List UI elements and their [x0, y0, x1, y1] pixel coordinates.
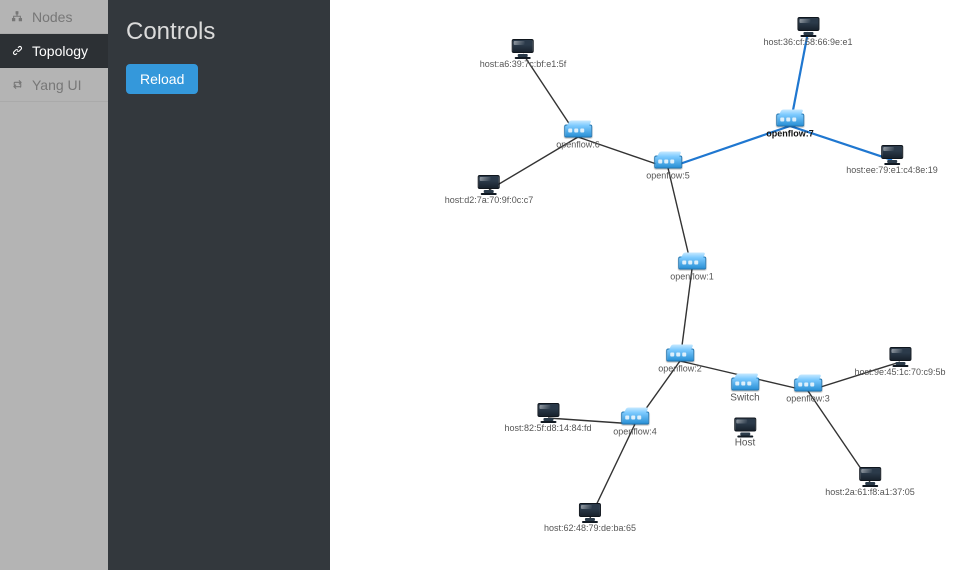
node-label: openflow:3 [786, 394, 830, 404]
nav-item-yang-ui[interactable]: Yang UI [0, 68, 108, 102]
host-node[interactable]: host:ee:79:e1:c4:8e:19 [846, 145, 938, 175]
switch-icon [678, 257, 706, 270]
host-icon [579, 503, 601, 521]
legend-switch: Switch [730, 378, 759, 404]
nav-item-label: Yang UI [32, 77, 82, 93]
retweet-icon [10, 78, 24, 92]
switch-icon [564, 125, 592, 138]
switch-node[interactable]: openflow:2 [658, 349, 702, 374]
controls-panel: Controls Reload [108, 0, 330, 570]
node-label: host:62:48:79:de:ba:65 [544, 523, 636, 533]
host-icon [537, 403, 559, 421]
switch-icon [654, 156, 682, 169]
host-node[interactable]: host:2a:61:f8:a1:37:05 [825, 467, 915, 497]
node-label: host:36:cf:58:66:9e:e1 [763, 37, 852, 47]
host-icon [881, 145, 903, 163]
node-label: host:9e:45:1c:70:c9:5b [854, 367, 945, 377]
switch-icon [621, 412, 649, 425]
switch-node[interactable]: openflow:7 [766, 114, 814, 139]
switch-icon [666, 349, 694, 362]
node-label: openflow:5 [646, 171, 690, 181]
switch-icon [731, 378, 759, 391]
host-node[interactable]: host:36:cf:58:66:9e:e1 [763, 17, 852, 47]
host-node[interactable]: host:9e:45:1c:70:c9:5b [854, 347, 945, 377]
node-label: host:ee:79:e1:c4:8e:19 [846, 165, 938, 175]
switch-node[interactable]: openflow:6 [556, 125, 600, 150]
legend-host: Host [734, 418, 756, 449]
host-node[interactable]: host:a6:39:7c:bf:e1:5f [480, 39, 567, 69]
nav-item-nodes[interactable]: Nodes [0, 0, 108, 34]
node-label: host:2a:61:f8:a1:37:05 [825, 487, 915, 497]
host-icon [512, 39, 534, 57]
host-icon [478, 175, 500, 193]
switch-node[interactable]: openflow:1 [670, 257, 714, 282]
link-icon [10, 44, 24, 58]
node-label: host:a6:39:7c:bf:e1:5f [480, 59, 567, 69]
node-label: openflow:4 [613, 427, 657, 437]
nav-item-topology[interactable]: Topology [0, 34, 108, 68]
host-node[interactable]: host:82:5f:d8:14:84:fd [504, 403, 591, 433]
node-label: openflow:6 [556, 140, 600, 150]
switch-node[interactable]: openflow:3 [786, 379, 830, 404]
host-icon [797, 17, 819, 35]
legend: Switch Host [730, 378, 759, 449]
switch-icon [776, 114, 804, 127]
sitemap-icon [10, 10, 24, 24]
switch-icon [794, 379, 822, 392]
reload-button[interactable]: Reload [126, 64, 198, 94]
node-label: openflow:7 [766, 129, 814, 139]
node-label: openflow:2 [658, 364, 702, 374]
host-icon [889, 347, 911, 365]
node-label: host:82:5f:d8:14:84:fd [504, 423, 591, 433]
switch-node[interactable]: openflow:4 [613, 412, 657, 437]
legend-switch-label: Switch [730, 393, 759, 404]
topology-canvas[interactable]: openflow:6 openflow:5 openflow:7 openflow:1… [330, 0, 970, 570]
host-node[interactable]: host:d2:7a:70:9f:0c:c7 [445, 175, 534, 205]
node-label: openflow:1 [670, 272, 714, 282]
legend-host-label: Host [735, 438, 756, 449]
host-node[interactable]: host:62:48:79:de:ba:65 [544, 503, 636, 533]
nav-item-label: Topology [32, 43, 88, 59]
switch-node[interactable]: openflow:5 [646, 156, 690, 181]
controls-title: Controls [126, 18, 312, 46]
nav-item-label: Nodes [32, 9, 72, 25]
host-icon [859, 467, 881, 485]
host-icon [734, 418, 756, 436]
node-label: host:d2:7a:70:9f:0c:c7 [445, 195, 534, 205]
left-nav: Nodes Topology Yang UI [0, 0, 108, 570]
